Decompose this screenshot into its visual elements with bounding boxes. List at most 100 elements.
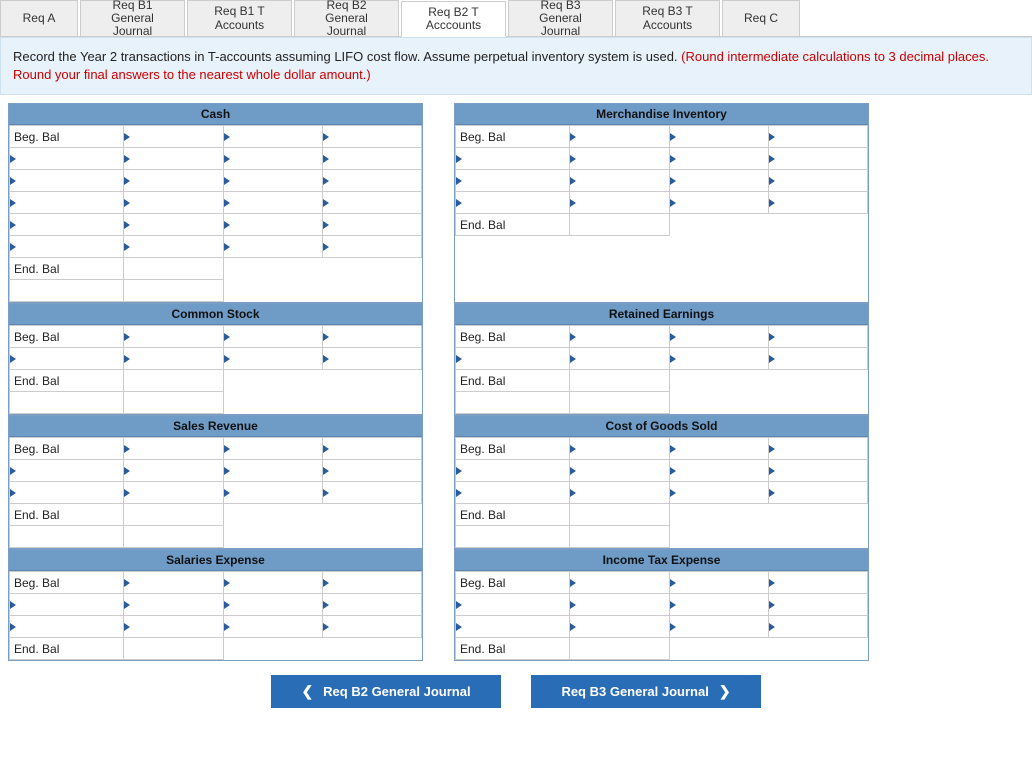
extra-cell[interactable] (322, 326, 421, 348)
extra-cell[interactable] (322, 126, 421, 148)
credit-cell[interactable] (669, 594, 768, 616)
debit-cell[interactable] (124, 438, 223, 460)
debit-cell[interactable] (570, 170, 669, 192)
debit-cell[interactable] (570, 572, 669, 594)
extra-cell[interactable] (322, 348, 421, 370)
credit-cell[interactable] (223, 148, 322, 170)
credit-cell[interactable] (223, 572, 322, 594)
extra-cell[interactable] (768, 438, 867, 460)
extra-cell[interactable] (768, 572, 867, 594)
credit-cell[interactable] (669, 148, 768, 170)
credit-cell[interactable] (223, 236, 322, 258)
debit-cell[interactable] (570, 638, 669, 660)
debit-cell[interactable] (124, 616, 223, 638)
debit-cell[interactable] (570, 616, 669, 638)
debit-cell[interactable] (570, 392, 669, 414)
debit-cell[interactable] (124, 504, 223, 526)
extra-cell[interactable] (768, 126, 867, 148)
credit-cell[interactable] (223, 326, 322, 348)
credit-cell[interactable] (223, 126, 322, 148)
extra-cell[interactable] (322, 438, 421, 460)
credit-cell[interactable] (223, 460, 322, 482)
debit-cell[interactable] (570, 482, 669, 504)
credit-cell[interactable] (223, 348, 322, 370)
debit-cell[interactable] (124, 192, 223, 214)
credit-cell[interactable] (223, 170, 322, 192)
tab-3[interactable]: Req B2 General Journal (294, 0, 399, 36)
credit-cell[interactable] (669, 126, 768, 148)
debit-cell[interactable] (124, 348, 223, 370)
extra-cell[interactable] (322, 148, 421, 170)
credit-cell[interactable] (669, 438, 768, 460)
extra-cell[interactable] (322, 616, 421, 638)
debit-cell[interactable] (570, 126, 669, 148)
extra-cell[interactable] (768, 170, 867, 192)
debit-cell[interactable] (570, 148, 669, 170)
debit-cell[interactable] (570, 214, 669, 236)
debit-cell[interactable] (124, 572, 223, 594)
extra-cell[interactable] (322, 192, 421, 214)
debit-cell[interactable] (570, 192, 669, 214)
debit-cell[interactable] (570, 326, 669, 348)
extra-cell[interactable] (768, 482, 867, 504)
extra-cell[interactable] (768, 616, 867, 638)
credit-cell[interactable] (669, 192, 768, 214)
prev-button[interactable]: ❮ Req B2 General Journal (271, 675, 501, 708)
debit-cell[interactable] (570, 370, 669, 392)
credit-cell[interactable] (669, 326, 768, 348)
tab-5[interactable]: Req B3 General Journal (508, 0, 613, 36)
debit-cell[interactable] (124, 638, 223, 660)
extra-cell[interactable] (768, 594, 867, 616)
credit-cell[interactable] (669, 616, 768, 638)
debit-cell[interactable] (570, 526, 669, 548)
extra-cell[interactable] (322, 594, 421, 616)
credit-cell[interactable] (223, 438, 322, 460)
debit-cell[interactable] (124, 258, 223, 280)
debit-cell[interactable] (124, 482, 223, 504)
credit-cell[interactable] (669, 482, 768, 504)
extra-cell[interactable] (768, 148, 867, 170)
debit-cell[interactable] (124, 326, 223, 348)
tab-7[interactable]: Req C (722, 0, 800, 36)
debit-cell[interactable] (124, 460, 223, 482)
credit-cell[interactable] (669, 170, 768, 192)
extra-cell[interactable] (768, 326, 867, 348)
next-button[interactable]: Req B3 General Journal ❯ (531, 675, 761, 708)
credit-cell[interactable] (669, 572, 768, 594)
debit-cell[interactable] (124, 126, 223, 148)
tab-1[interactable]: Req B1 General Journal (80, 0, 185, 36)
tab-6[interactable]: Req B3 T Accounts (615, 0, 720, 36)
debit-cell[interactable] (124, 594, 223, 616)
credit-cell[interactable] (669, 460, 768, 482)
debit-cell[interactable] (124, 370, 223, 392)
tab-4[interactable]: Req B2 T Acccounts (401, 1, 506, 37)
extra-cell[interactable] (322, 482, 421, 504)
debit-cell[interactable] (570, 348, 669, 370)
debit-cell[interactable] (570, 460, 669, 482)
debit-cell[interactable] (124, 280, 223, 302)
extra-cell[interactable] (322, 170, 421, 192)
debit-cell[interactable] (124, 170, 223, 192)
debit-cell[interactable] (124, 148, 223, 170)
credit-cell[interactable] (223, 192, 322, 214)
debit-cell[interactable] (124, 392, 223, 414)
tab-2[interactable]: Req B1 T Accounts (187, 0, 292, 36)
debit-cell[interactable] (124, 526, 223, 548)
debit-cell[interactable] (124, 214, 223, 236)
credit-cell[interactable] (223, 482, 322, 504)
tab-0[interactable]: Req A (0, 0, 78, 36)
debit-cell[interactable] (124, 236, 223, 258)
extra-cell[interactable] (768, 348, 867, 370)
credit-cell[interactable] (223, 594, 322, 616)
credit-cell[interactable] (223, 616, 322, 638)
extra-cell[interactable] (322, 572, 421, 594)
debit-cell[interactable] (570, 438, 669, 460)
debit-cell[interactable] (570, 594, 669, 616)
debit-cell[interactable] (570, 504, 669, 526)
extra-cell[interactable] (322, 236, 421, 258)
extra-cell[interactable] (768, 192, 867, 214)
extra-cell[interactable] (768, 460, 867, 482)
credit-cell[interactable] (223, 214, 322, 236)
extra-cell[interactable] (322, 214, 421, 236)
credit-cell[interactable] (669, 348, 768, 370)
